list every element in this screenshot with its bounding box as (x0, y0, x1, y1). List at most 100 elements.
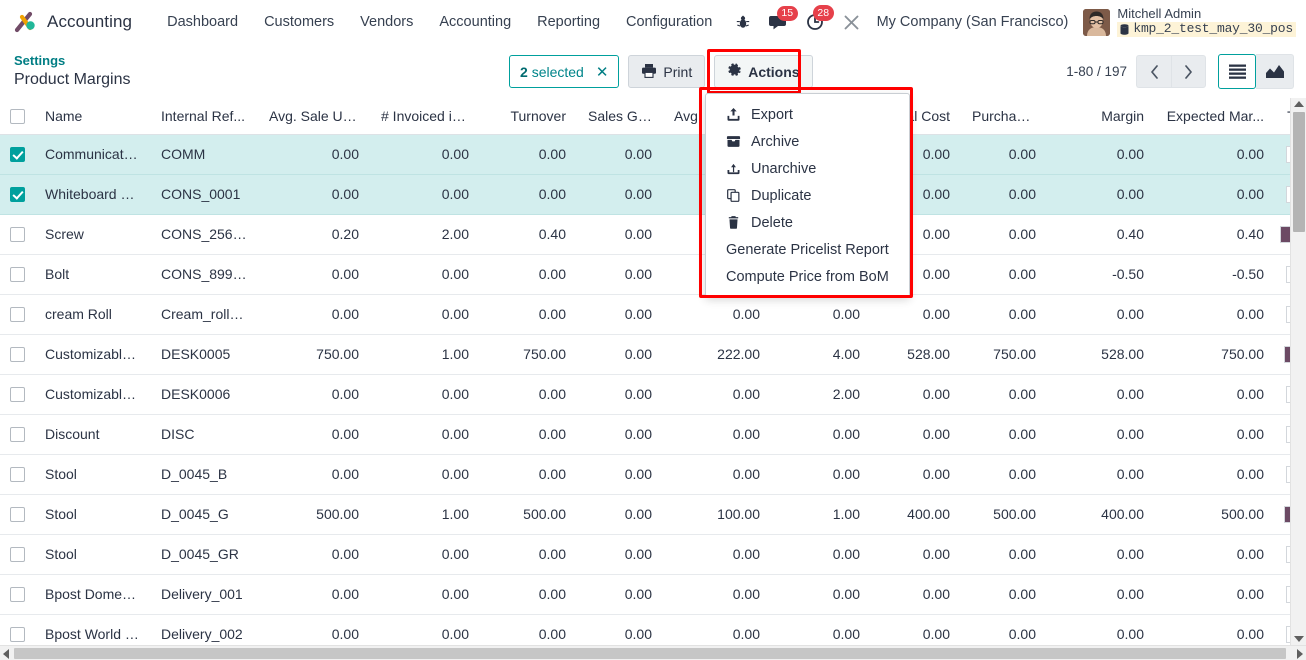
row-checkbox[interactable] (9, 547, 25, 563)
menu-item-vendors[interactable]: Vendors (347, 8, 426, 36)
table-row[interactable]: Stool D_0045_GR 0.00 0.00 0.00 0.00 0.00 0.00 0.… (0, 534, 1306, 575)
cell-inv-sale: 2.00 (370, 214, 480, 255)
table-row[interactable]: Stool D_0045_G 500.00 1.00 500.00 0.00 100.00 1… (0, 494, 1306, 535)
row-checkbox[interactable] (9, 267, 25, 283)
row-select-cell[interactable] (0, 374, 34, 415)
row-select-cell[interactable] (0, 334, 34, 375)
cell-expected-margin: 0.00 (1155, 574, 1275, 615)
scroll-up-arrow-icon[interactable] (1294, 101, 1304, 107)
row-checkbox[interactable] (9, 587, 25, 603)
cell-expected-margin: 0.00 (1155, 534, 1275, 575)
breadcrumb: Settings Product Margins (14, 53, 131, 89)
actions-menu-item-archive[interactable]: Archive (706, 128, 909, 155)
row-select-cell[interactable] (0, 254, 34, 295)
table-row[interactable]: cream Roll Cream_roll_123 0.00 0.00 0.00 0.00… (0, 294, 1306, 335)
cell-name: Stool (34, 494, 150, 535)
table-row[interactable]: Whiteboard Pen CONS_0001 0.00 0.00 0.00 0.00 0… (0, 174, 1306, 215)
cell-name: Whiteboard Pen (34, 174, 150, 215)
messages-icon[interactable]: 15 (760, 5, 798, 35)
table-row[interactable]: Bpost Domes... Delivery_001 0.00 0.00 0.00 0.… (0, 574, 1306, 615)
horizontal-scrollbar[interactable] (0, 645, 1306, 660)
header-margin[interactable]: Margin (1047, 98, 1155, 135)
actions-menu-item-delete[interactable]: Delete (706, 209, 909, 236)
selection-count-button[interactable]: 2 selected ✕ (509, 55, 620, 88)
row-checkbox[interactable] (9, 307, 25, 323)
row-select-cell[interactable] (0, 574, 34, 615)
list-view-button[interactable] (1218, 54, 1256, 89)
actions-menu-item-export[interactable]: Export (706, 101, 909, 128)
cell-avg-sale: 0.00 (258, 454, 370, 495)
cell-inv-sale: 0.00 (370, 174, 480, 215)
selection-count-text: 2 selected (520, 64, 584, 80)
table-row[interactable]: Customizable ... DESK0006 0.00 0.00 0.00 0.00… (0, 374, 1306, 415)
row-checkbox[interactable] (9, 227, 25, 243)
row-checkbox[interactable] (9, 187, 25, 203)
row-select-cell[interactable] (0, 534, 34, 575)
vertical-scrollbar-thumb[interactable] (1293, 112, 1305, 232)
row-checkbox[interactable] (9, 387, 25, 403)
select-all-checkbox[interactable] (9, 109, 25, 125)
cell-turnover: 0.00 (480, 134, 577, 175)
row-select-cell[interactable] (0, 214, 34, 255)
activities-clock-icon[interactable]: 28 (797, 5, 834, 35)
header-name[interactable]: Name (34, 98, 150, 135)
cell-name: Customizable ... (34, 374, 150, 415)
row-checkbox[interactable] (9, 507, 25, 523)
product-margins-table-area: Name Internal Ref... Avg. Sale Unit... #… (0, 98, 1306, 660)
row-checkbox[interactable] (9, 427, 25, 443)
header-internal-ref[interactable]: Internal Ref... (150, 98, 258, 135)
cell-internal-ref: DESK0005 (150, 334, 258, 375)
company-switcher[interactable]: My Company (San Francisco) (870, 14, 1080, 30)
header-turnover[interactable]: Turnover (480, 98, 577, 135)
menu-item-configuration[interactable]: Configuration (613, 8, 725, 36)
table-row[interactable]: Screw CONS_25630 0.20 2.00 0.40 0.00 0.00 0.00 0… (0, 214, 1306, 255)
clear-selection-icon[interactable]: ✕ (596, 63, 609, 81)
cell-purchase-gap: 0.00 (961, 134, 1047, 175)
vertical-scrollbar[interactable] (1290, 98, 1306, 645)
row-select-cell[interactable] (0, 134, 34, 175)
previous-page-button[interactable] (1136, 55, 1171, 88)
table-row[interactable]: Customizable ... DESK0005 750.00 1.00 750.00… (0, 334, 1306, 375)
row-select-cell[interactable] (0, 494, 34, 535)
row-select-cell[interactable] (0, 414, 34, 455)
table-row[interactable]: Discount DISC 0.00 0.00 0.00 0.00 0.00 0.00 0.00… (0, 414, 1306, 455)
row-checkbox[interactable] (9, 627, 25, 643)
scroll-down-arrow-icon[interactable] (1294, 636, 1304, 642)
row-select-cell[interactable] (0, 454, 34, 495)
row-select-cell[interactable] (0, 174, 34, 215)
scroll-right-arrow-icon[interactable] (1297, 649, 1303, 659)
cell-purchase-gap: 0.00 (961, 174, 1047, 215)
tools-wrench-icon[interactable] (833, 9, 870, 36)
actions-button[interactable]: Actions (714, 55, 813, 88)
actions-menu-item-unarchive[interactable]: Unarchive (706, 155, 909, 182)
row-checkbox[interactable] (9, 147, 25, 163)
menu-item-reporting[interactable]: Reporting (524, 8, 613, 36)
table-row[interactable]: Communication COMM 0.00 0.00 0.00 0.00 0.00 0.0… (0, 134, 1306, 175)
breadcrumb-parent-settings[interactable]: Settings (14, 53, 131, 69)
header-purchase-gap[interactable]: Purchase Gap (961, 98, 1047, 135)
cell-name: Bolt (34, 254, 150, 295)
row-select-cell[interactable] (0, 294, 34, 335)
scroll-left-arrow-icon[interactable] (3, 649, 9, 659)
header-sales-gap[interactable]: Sales Gap (577, 98, 663, 135)
actions-menu-item-duplicate[interactable]: Duplicate (706, 182, 909, 209)
menu-item-accounting[interactable]: Accounting (426, 8, 524, 36)
row-checkbox[interactable] (9, 467, 25, 483)
print-button[interactable]: Print (628, 55, 706, 88)
graph-view-button[interactable] (1256, 54, 1294, 89)
user-menu[interactable]: Mitchell Admin kmp_2_test_may_30_pos (1079, 7, 1296, 37)
menu-item-customers[interactable]: Customers (251, 8, 347, 36)
header-expected-margin[interactable]: Expected Mar... (1155, 98, 1275, 135)
header-avg-sale-unit[interactable]: Avg. Sale Unit... (258, 98, 370, 135)
menu-item-dashboard[interactable]: Dashboard (154, 8, 251, 36)
actions-menu-item-compute-price-from-bom[interactable]: Compute Price from BoM (706, 263, 909, 290)
debug-bug-icon[interactable] (726, 10, 760, 34)
next-page-button[interactable] (1171, 55, 1206, 88)
row-checkbox[interactable] (9, 347, 25, 363)
actions-menu-item-generate-pricelist-report[interactable]: Generate Pricelist Report (706, 236, 909, 263)
horizontal-scrollbar-thumb[interactable] (14, 648, 1286, 659)
table-row[interactable]: Stool D_0045_B 0.00 0.00 0.00 0.00 0.00 0.00 0.0… (0, 454, 1306, 495)
header-invoiced-in-sale[interactable]: # Invoiced in ... (370, 98, 480, 135)
brand-home-link[interactable]: Accounting (14, 10, 132, 34)
table-row[interactable]: BoltCONS_899570.000.000.000.000.000.000.… (0, 254, 1306, 295)
